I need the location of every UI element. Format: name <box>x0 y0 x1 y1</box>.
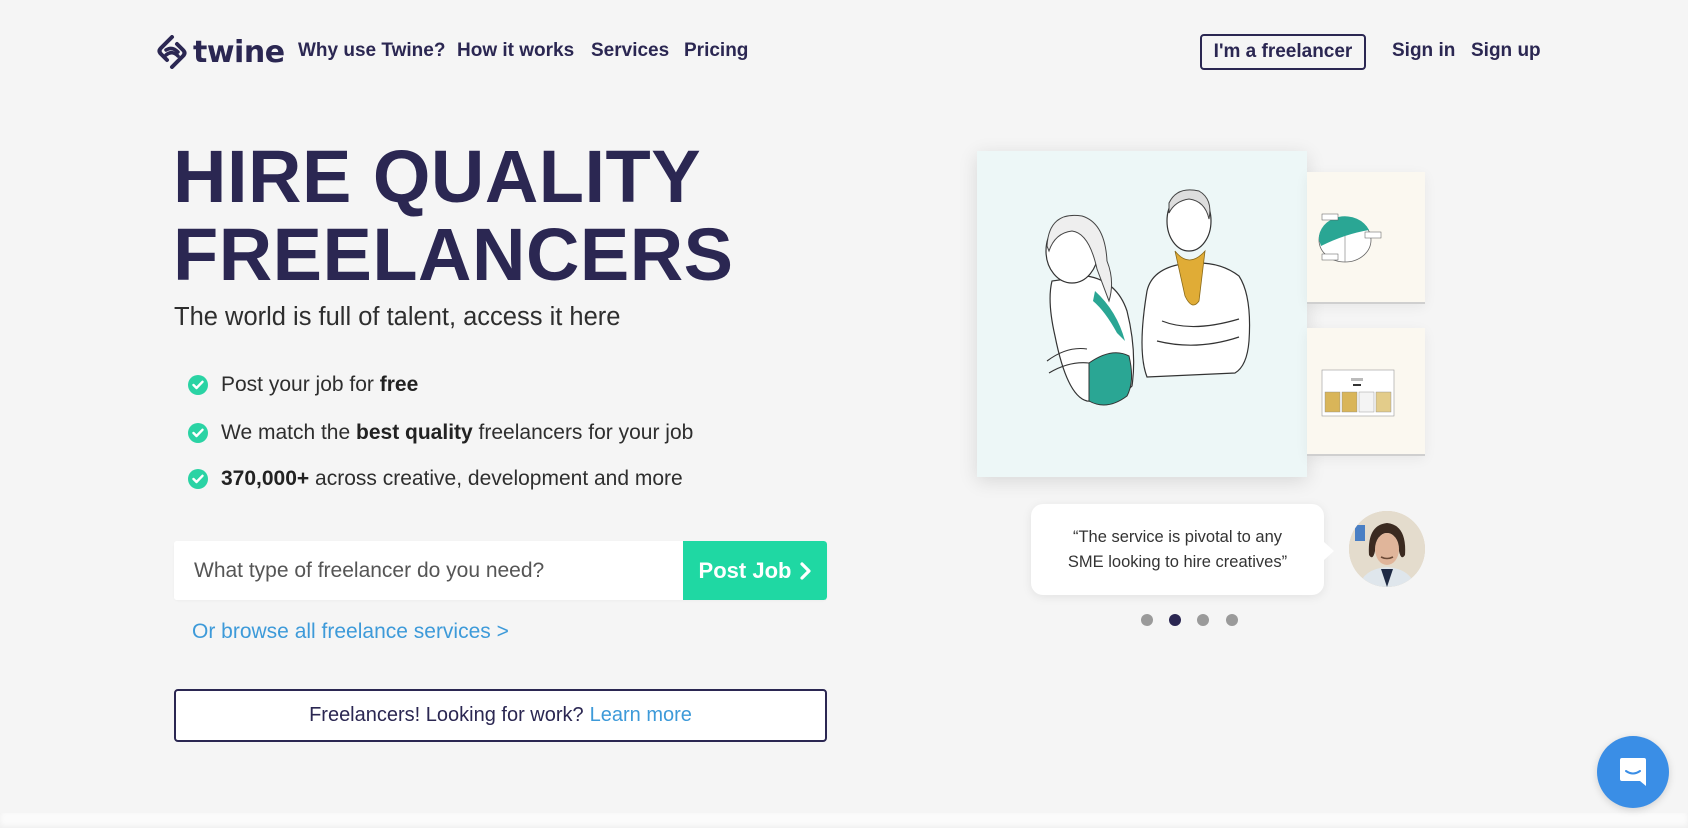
carousel-dot-1[interactable] <box>1141 614 1153 626</box>
carousel-dot-4[interactable] <box>1226 614 1238 626</box>
post-job-button[interactable]: Post Job <box>683 541 827 600</box>
check-circle-icon <box>188 375 208 395</box>
testimonial-quote: “The service is pivotal to any SME looki… <box>1031 504 1334 595</box>
job-search-form: Post Job <box>174 541 827 600</box>
freelancer-prompt: Freelancers! Looking for work? <box>309 704 584 726</box>
learn-more-link[interactable]: Learn more <box>590 704 692 727</box>
nav-pricing[interactable]: Pricing <box>684 40 748 62</box>
illustration-thumbnail-card[interactable] <box>1307 328 1425 456</box>
logo[interactable]: twine <box>157 32 285 72</box>
bullet-item: 370,000+ across creative, development an… <box>188 465 683 493</box>
post-job-label: Post Job <box>698 557 792 583</box>
illustration-grid-thumbnail <box>1321 369 1395 417</box>
pie-chart-thumbnail-card[interactable] <box>1307 172 1425 304</box>
hero-title: HIRE QUALITY FREELANCERS <box>173 138 734 294</box>
bullet-text: 370,000+ across creative, development an… <box>221 467 683 490</box>
illustration-card <box>977 151 1307 477</box>
freelancer-button[interactable]: I'm a freelancer <box>1200 34 1366 70</box>
freelancer-type-input[interactable] <box>174 541 683 600</box>
browse-services-link[interactable]: Or browse all freelance services > <box>192 620 509 644</box>
people-illustration <box>1045 189 1251 406</box>
chevron-right-icon <box>800 561 812 580</box>
hero-title-line1: HIRE QUALITY <box>173 135 702 218</box>
testimonial-line1: “The service is pivotal to any <box>1072 527 1283 546</box>
twine-logo-icon <box>157 35 187 69</box>
bullet-text: We match the best quality freelancers fo… <box>221 421 694 444</box>
hero-subtitle: The world is full of talent, access it h… <box>174 303 621 331</box>
bullet-item: Post your job for free <box>188 371 418 399</box>
hero-title-line2: FREELANCERS <box>173 213 734 296</box>
check-circle-icon <box>188 469 208 489</box>
pie-chart-thumbnail <box>1318 213 1382 263</box>
chat-bubble-icon <box>1620 758 1646 786</box>
sign-up-link[interactable]: Sign up <box>1471 40 1541 62</box>
logo-text: twine <box>193 34 285 70</box>
bullet-item: We match the best quality freelancers fo… <box>188 419 693 447</box>
carousel-dot-3[interactable] <box>1197 614 1209 626</box>
next-section-edge <box>0 813 1688 828</box>
nav-why-use-twine[interactable]: Why use Twine? <box>298 40 445 62</box>
testimonial-line2: SME looking to hire creatives” <box>1067 552 1288 571</box>
sign-in-link[interactable]: Sign in <box>1392 40 1455 62</box>
freelancer-banner: Freelancers! Looking for work? Learn mor… <box>174 689 827 742</box>
chat-button[interactable] <box>1597 736 1669 808</box>
bullet-text: Post your job for free <box>221 373 419 396</box>
nav-how-it-works[interactable]: How it works <box>457 40 574 62</box>
carousel-dot-2[interactable] <box>1169 614 1181 626</box>
testimonial-avatar <box>1349 511 1425 587</box>
nav-services[interactable]: Services <box>591 40 669 62</box>
check-circle-icon <box>188 423 208 443</box>
